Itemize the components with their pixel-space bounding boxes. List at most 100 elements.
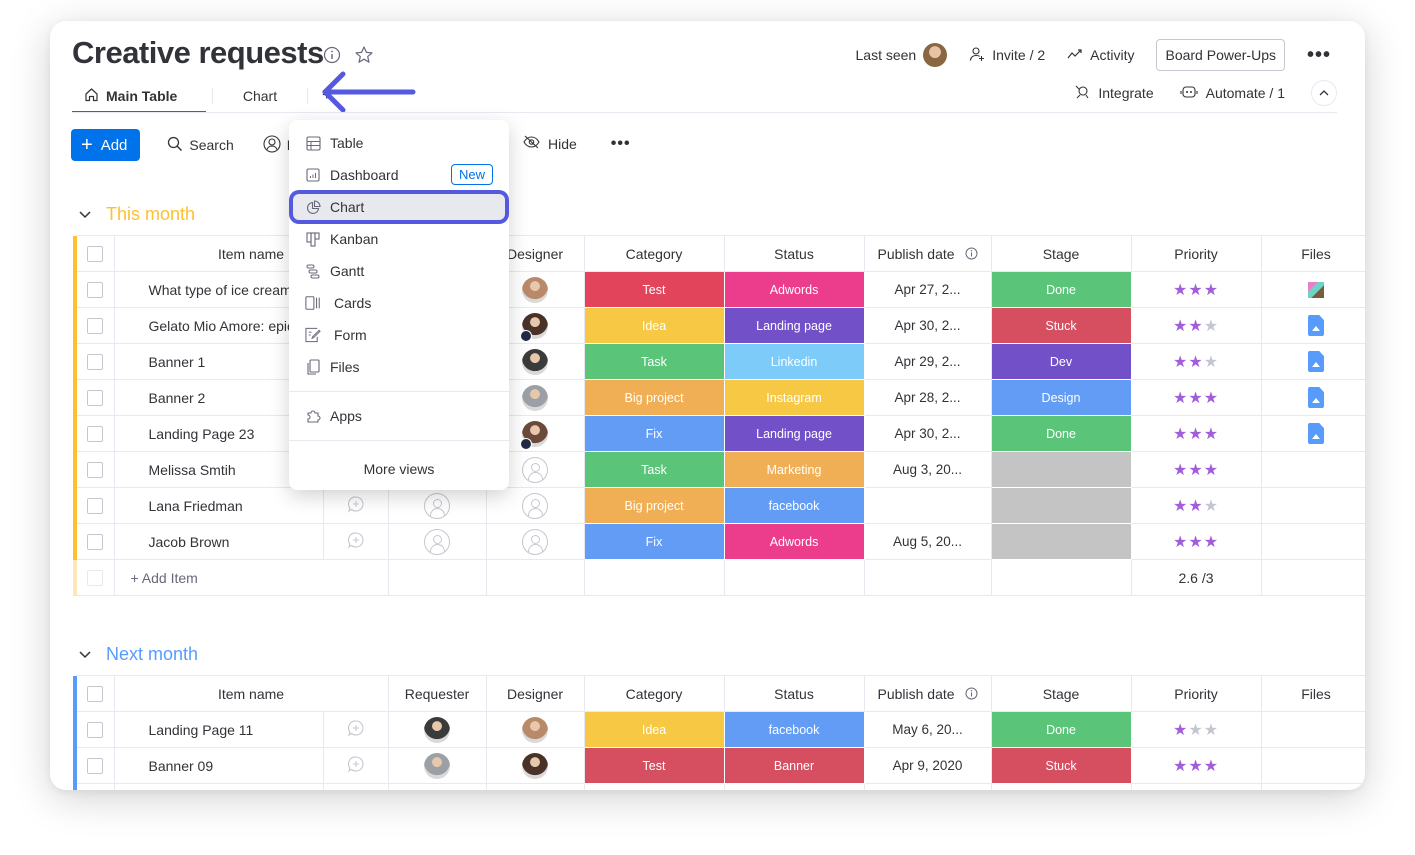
star-icon[interactable]: [354, 45, 374, 65]
stage-cell[interactable]: [990, 487, 1132, 524]
empty-avatar-icon[interactable]: [424, 492, 451, 519]
star-filled-icon[interactable]: ★: [1204, 462, 1219, 479]
image-file-icon[interactable]: [1308, 387, 1325, 408]
requester-cell[interactable]: [387, 747, 487, 784]
status-cell[interactable]: facebook: [723, 487, 865, 524]
star-empty-icon[interactable]: ★: [1204, 354, 1219, 371]
image-file-icon[interactable]: [1308, 351, 1325, 372]
row-checkbox[interactable]: [87, 354, 104, 371]
view-option-cards[interactable]: Cards: [289, 287, 509, 319]
star-filled-icon[interactable]: ★: [1204, 426, 1219, 443]
star-filled-icon[interactable]: ★: [1173, 318, 1188, 335]
avatar[interactable]: [520, 420, 549, 450]
requester-cell[interactable]: [387, 711, 487, 748]
designer-cell[interactable]: [485, 747, 585, 784]
item-name-cell[interactable]: Banner 09: [113, 747, 324, 784]
requester-cell[interactable]: [387, 523, 487, 560]
info-icon[interactable]: [322, 45, 342, 65]
star-filled-icon[interactable]: ★: [1204, 534, 1219, 551]
star-filled-icon[interactable]: ★: [1173, 390, 1188, 407]
table-row[interactable]: Jacob Brown Fix Adwords Aug 5, 20... ★★★: [73, 523, 1365, 560]
stage-cell[interactable]: Done: [990, 711, 1132, 748]
activity-button[interactable]: Activity: [1067, 47, 1134, 64]
row-checkbox[interactable]: [87, 462, 104, 479]
star-filled-icon[interactable]: ★: [1173, 354, 1188, 371]
row-checkbox[interactable]: [87, 246, 104, 263]
priority-rating[interactable]: ★★★: [1130, 415, 1262, 452]
table-row[interactable]: Banner 2 Big project Instagram Apr 28, 2...…: [73, 379, 1365, 416]
table-row[interactable]: Gelato Mio Amore: epic Idea Landing page Ap…: [73, 307, 1365, 344]
status-cell[interactable]: Banner: [723, 747, 865, 784]
table-row[interactable]: Lana Friedman Big project facebook ★★★: [73, 487, 1365, 524]
category-cell[interactable]: Task: [583, 451, 725, 488]
star-filled-icon[interactable]: ★: [1173, 498, 1188, 515]
category-cell[interactable]: Idea: [583, 307, 725, 344]
priority-rating[interactable]: ★★★: [1130, 307, 1262, 344]
status-cell[interactable]: facebook: [723, 711, 865, 748]
view-option-kanban[interactable]: Kanban: [289, 223, 509, 255]
stage-cell[interactable]: [990, 523, 1132, 560]
publish-date-cell[interactable]: Apr 30, 2...: [863, 307, 992, 344]
column-header-files[interactable]: Files: [1260, 675, 1365, 712]
files-cell[interactable]: [1260, 415, 1365, 452]
star-empty-icon[interactable]: ★: [1204, 498, 1219, 515]
category-cell[interactable]: Big project: [583, 487, 725, 524]
star-filled-icon[interactable]: ★: [1173, 462, 1188, 479]
priority-rating[interactable]: ★★★: [1130, 451, 1262, 488]
view-option-form[interactable]: Form: [289, 319, 509, 351]
stage-cell[interactable]: Dev: [990, 343, 1132, 380]
avatar[interactable]: [522, 752, 549, 779]
star-filled-icon[interactable]: ★: [1188, 534, 1203, 551]
status-cell[interactable]: Instagram: [723, 379, 865, 416]
star-filled-icon[interactable]: ★: [1173, 282, 1188, 299]
view-option-chart[interactable]: Chart: [293, 194, 505, 220]
apps-option[interactable]: Apps: [289, 400, 509, 432]
files-cell[interactable]: [1260, 343, 1365, 380]
row-checkbox[interactable]: [87, 498, 104, 515]
column-header-status[interactable]: Status: [723, 675, 865, 712]
row-checkbox[interactable]: [87, 426, 104, 443]
empty-avatar-icon[interactable]: [522, 528, 549, 555]
column-header-priority[interactable]: Priority: [1130, 675, 1262, 712]
files-cell[interactable]: [1260, 451, 1365, 488]
row-checkbox[interactable]: [87, 390, 104, 407]
publish-date-cell[interactable]: Apr 28, 2...: [863, 379, 992, 416]
invite-button[interactable]: Invite / 2: [969, 46, 1045, 65]
image-thumbnail[interactable]: [1308, 282, 1325, 299]
requester-cell[interactable]: [387, 487, 487, 524]
files-cell[interactable]: [1260, 487, 1365, 524]
status-cell[interactable]: Landing page: [723, 415, 865, 452]
group-header-next-month[interactable]: Next month: [78, 644, 198, 665]
star-filled-icon[interactable]: ★: [1188, 282, 1203, 299]
row-checkbox[interactable]: [87, 282, 104, 299]
category-cell[interactable]: Test: [583, 271, 725, 308]
view-option-gantt[interactable]: Gantt: [289, 255, 509, 287]
add-item-input[interactable]: + Add Item: [113, 559, 389, 596]
priority-rating[interactable]: ★★★: [1130, 747, 1262, 784]
row-checkbox[interactable]: [87, 318, 104, 335]
chevron-down-icon[interactable]: [78, 648, 92, 662]
toolbar-more-icon[interactable]: •••: [611, 135, 631, 151]
column-header-status[interactable]: Status: [723, 235, 865, 272]
star-filled-icon[interactable]: ★: [1173, 534, 1188, 551]
add-item-button[interactable]: + Add: [71, 129, 141, 161]
group-header-this-month[interactable]: This month: [78, 204, 195, 225]
group-title[interactable]: This month: [106, 204, 195, 225]
category-cell[interactable]: Big project: [583, 379, 725, 416]
automate-button[interactable]: Automate / 1: [1180, 85, 1285, 102]
publish-date-cell[interactable]: Apr 30, 2...: [863, 415, 992, 452]
stage-cell[interactable]: Done: [990, 415, 1132, 452]
image-file-icon[interactable]: [1308, 315, 1325, 336]
row-checkbox[interactable]: [87, 722, 104, 739]
row-checkbox[interactable]: [87, 534, 104, 551]
avatar[interactable]: [424, 716, 451, 743]
category-cell[interactable]: Task: [583, 343, 725, 380]
category-cell[interactable]: Idea: [583, 711, 725, 748]
group-title[interactable]: Next month: [106, 644, 198, 665]
publish-date-cell[interactable]: May 6, 20...: [863, 711, 992, 748]
star-filled-icon[interactable]: ★: [1188, 390, 1203, 407]
avatar[interactable]: [522, 276, 549, 303]
column-header-designer[interactable]: Designer: [485, 675, 585, 712]
files-cell[interactable]: [1260, 747, 1365, 784]
column-header-requester[interactable]: Requester: [387, 675, 487, 712]
